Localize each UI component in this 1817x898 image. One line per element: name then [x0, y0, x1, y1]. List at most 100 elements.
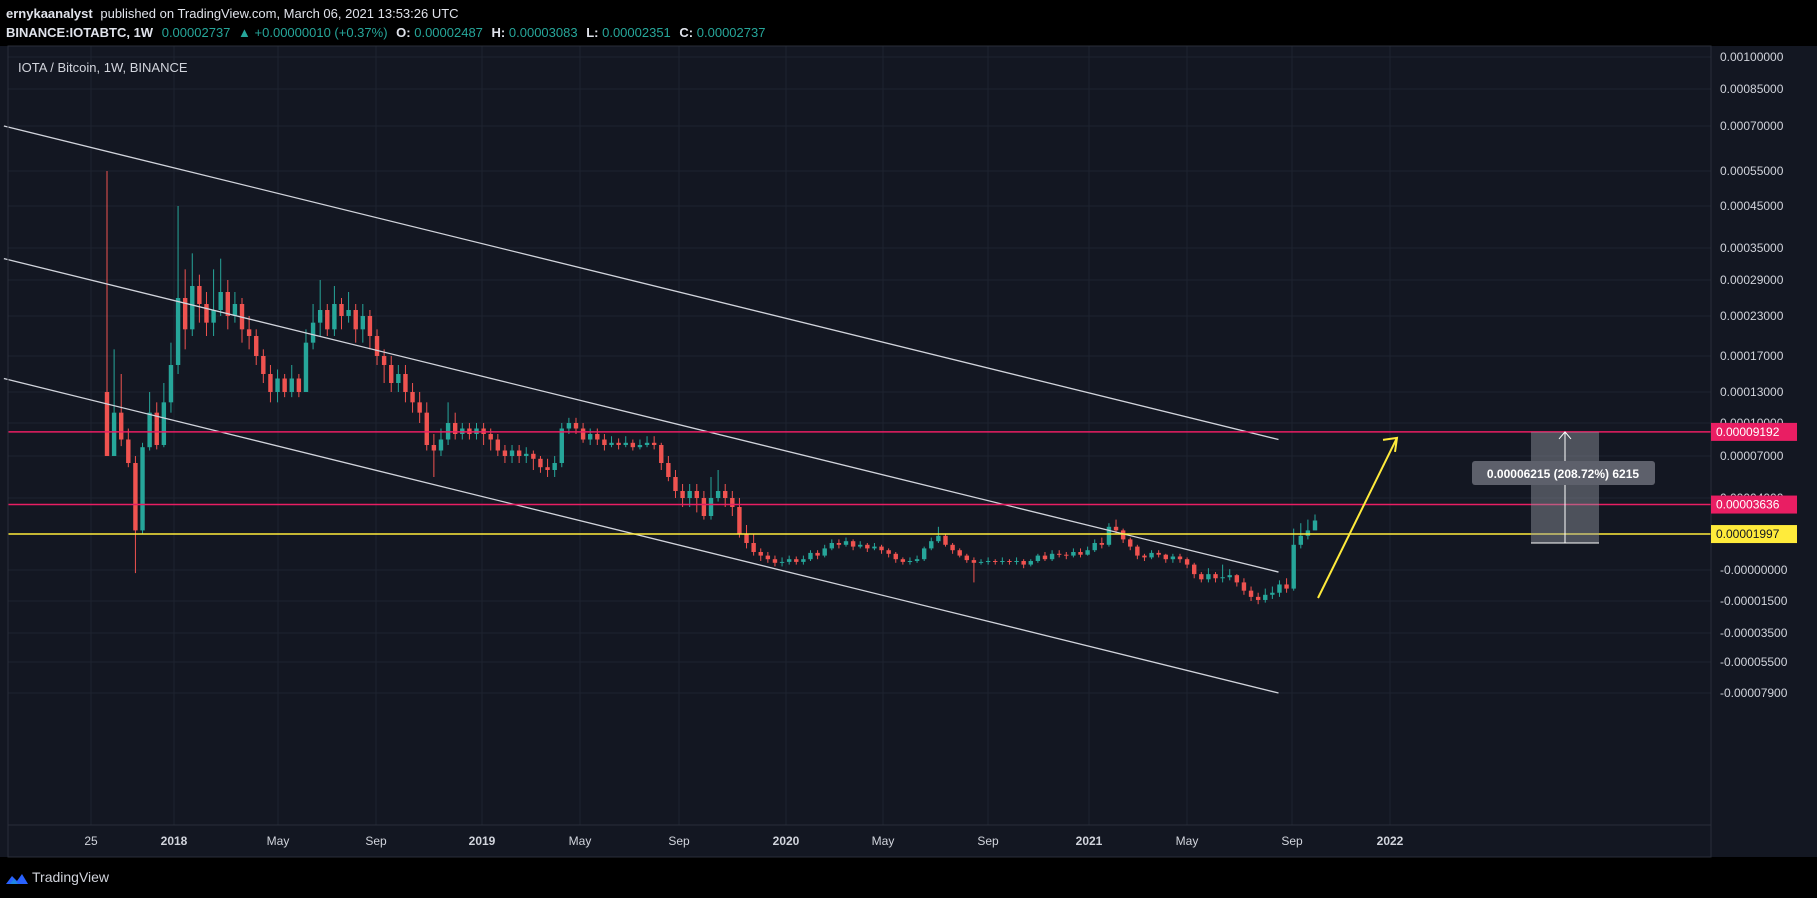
candle-body: [360, 316, 366, 330]
candle-body: [1234, 575, 1240, 583]
candle-body: [1241, 582, 1247, 591]
candle-body: [1064, 554, 1069, 556]
candle-body: [516, 450, 522, 456]
low-label: L:: [586, 25, 598, 40]
candle-body: [616, 442, 621, 445]
published-info: published on TradingView.com, March 06, …: [100, 6, 458, 21]
x-tick-label: 25: [84, 834, 98, 848]
x-tick-label: May: [267, 834, 290, 848]
candle-body: [218, 292, 223, 310]
close-value: 0.00002737: [697, 25, 766, 40]
last-price: 0.00002737: [162, 25, 231, 40]
y-tick-label: 0.00013000: [1720, 385, 1784, 399]
candle-body: [1312, 520, 1318, 531]
candle-body: [296, 378, 302, 392]
candle-body: [822, 548, 827, 556]
candle-body: [1220, 577, 1225, 579]
candle-body: [495, 439, 501, 451]
candle-body: [175, 298, 181, 365]
candle-body: [715, 491, 721, 498]
candle-body: [815, 552, 820, 556]
candle-body: [1163, 554, 1168, 560]
candle-body: [666, 463, 671, 477]
candle-body: [488, 434, 493, 440]
candle-body: [580, 428, 586, 440]
candle-body: [964, 555, 970, 561]
y-tick-label: 0.00055000: [1720, 164, 1784, 178]
header-line-1: ernykaanalyst published on TradingView.c…: [6, 6, 459, 21]
x-tick-label: May: [1176, 834, 1199, 848]
candle-body: [509, 450, 515, 456]
candle-body: [1049, 553, 1055, 560]
price-change: +0.00000010 (+0.37%): [255, 25, 388, 40]
candle-body: [1128, 539, 1133, 547]
candle-body: [303, 342, 309, 392]
candle-body: [147, 412, 152, 448]
author-name[interactable]: ernykaanalyst: [6, 6, 93, 21]
candle-body: [829, 543, 835, 549]
candle-body: [332, 304, 337, 330]
header-line-2: BINANCE:IOTABTC, 1W 0.00002737 ▲ +0.0000…: [6, 25, 765, 40]
candle-body: [957, 550, 962, 556]
candle-body: [978, 561, 984, 563]
candle-body: [232, 304, 238, 316]
candle-body: [325, 310, 330, 330]
y-tick-label: 0.00085000: [1720, 82, 1784, 96]
candle-body: [794, 559, 799, 562]
candle-body: [1305, 530, 1311, 536]
candle-body: [317, 310, 323, 323]
candle-body: [389, 365, 394, 383]
candle-body: [786, 559, 792, 562]
measure-label-text: 0.00006215 (208.72%) 6215: [1487, 467, 1639, 481]
y-tick-label: 0.00007000: [1720, 449, 1784, 463]
candle-body: [900, 559, 906, 562]
candle-body: [1199, 574, 1204, 580]
candle-body: [1014, 561, 1019, 562]
symbol-info[interactable]: BINANCE:IOTABTC, 1W: [6, 25, 154, 40]
candle-body: [381, 356, 387, 365]
candle-body: [374, 336, 380, 356]
candle-body: [1277, 584, 1282, 593]
candle-body: [865, 544, 870, 549]
candle-body: [225, 292, 231, 316]
candle-body: [1099, 543, 1105, 545]
candle-body: [893, 553, 898, 560]
candle-body: [396, 374, 401, 383]
y-tick-label: -0.00003500: [1720, 626, 1788, 640]
candle-body: [566, 423, 572, 429]
y-tick-label: 0.00100000: [1720, 50, 1784, 64]
candle-body: [417, 402, 422, 413]
candle-body: [765, 555, 771, 560]
footer-background: [0, 857, 1817, 898]
candle-body: [246, 329, 252, 336]
candle-body: [190, 286, 195, 330]
open-value: 0.00002487: [414, 25, 483, 40]
candle-body: [126, 439, 131, 463]
candle-body: [119, 412, 124, 440]
candle-body: [1035, 555, 1041, 561]
x-tick-label: 2021: [1076, 834, 1103, 848]
candle-body: [1298, 535, 1303, 545]
candle-body: [282, 378, 287, 392]
footer-brand[interactable]: TradingView: [32, 869, 110, 885]
candle-body: [808, 552, 813, 560]
candle-body: [1227, 575, 1232, 578]
candle-body: [1263, 594, 1268, 600]
candle-body: [573, 423, 579, 429]
candle-body: [737, 507, 742, 534]
candle-body: [886, 550, 891, 554]
candle-body: [339, 304, 344, 316]
candle-body: [936, 535, 941, 542]
candle-body: [843, 541, 849, 545]
candle-body: [538, 458, 543, 468]
x-tick-label: 2022: [1377, 834, 1404, 848]
candle-body: [602, 439, 607, 445]
candle-body: [545, 467, 550, 470]
candle-body: [694, 491, 699, 498]
candle-body: [1042, 555, 1048, 560]
candle-body: [1177, 556, 1183, 560]
candle-body: [1078, 552, 1083, 555]
candle-body: [907, 561, 913, 562]
candle-body: [111, 412, 117, 456]
y-tick-label: 0.00045000: [1720, 199, 1784, 213]
